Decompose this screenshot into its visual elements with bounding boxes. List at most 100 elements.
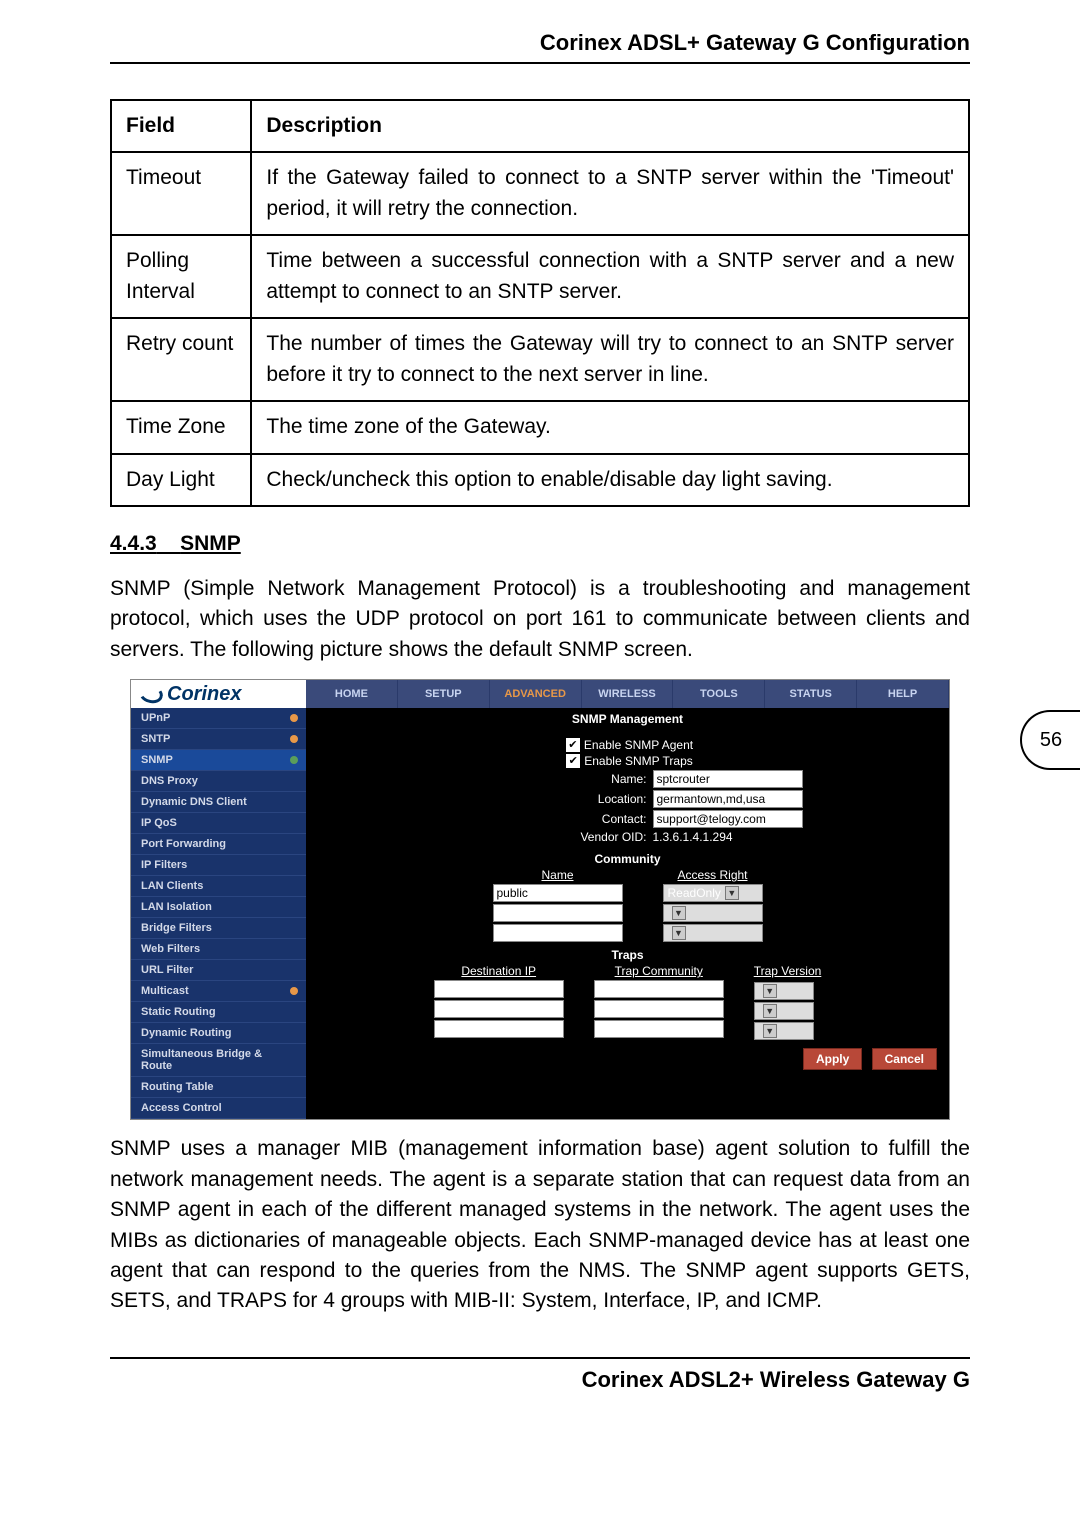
col-header-field: Field [111, 100, 251, 152]
community-name-input[interactable] [493, 884, 623, 902]
section-number: 4.4.3 [110, 532, 157, 555]
tab-help[interactable]: HELP [857, 680, 949, 708]
sidebar-item-web-filters[interactable]: Web Filters [131, 939, 306, 960]
community-access-select[interactable]: ReadOnly▼ [663, 884, 763, 902]
community-name-header: Name [493, 868, 623, 882]
section-intro: SNMP (Simple Network Management Protocol… [110, 574, 970, 665]
chevron-down-icon: ▼ [725, 886, 739, 900]
trap-community-input[interactable] [594, 1000, 724, 1018]
chevron-down-icon: ▼ [763, 984, 777, 998]
tab-setup[interactable]: SETUP [398, 680, 490, 708]
location-input[interactable] [653, 790, 803, 808]
sidebar-item-static-routing[interactable]: Static Routing [131, 1002, 306, 1023]
trap-version-select[interactable]: ▼ [754, 982, 814, 1000]
sidebar-item-lan-isolation[interactable]: LAN Isolation [131, 897, 306, 918]
description-cell: The number of times the Gateway will try… [251, 318, 969, 401]
sidebar-item-lan-clients[interactable]: LAN Clients [131, 876, 306, 897]
enable-traps-checkbox[interactable]: ✔ [566, 754, 580, 768]
name-label: Name: [453, 772, 653, 786]
field-cell: Day Light [111, 454, 251, 506]
location-label: Location: [453, 792, 653, 806]
description-cell: Time between a successful connection wit… [251, 235, 969, 318]
table-row: Timeout If the Gateway failed to connect… [111, 152, 969, 235]
field-cell: Time Zone [111, 401, 251, 453]
trap-community-input[interactable] [594, 1020, 724, 1038]
router-screenshot: Corinex HOME SETUP ADVANCED WIRELESS TOO… [130, 679, 950, 1120]
field-cell: Retry count [111, 318, 251, 401]
tab-tools[interactable]: TOOLS [673, 680, 765, 708]
page-header: Corinex ADSL+ Gateway G Configuration [110, 30, 970, 64]
sidebar-item-url-filter[interactable]: URL Filter [131, 960, 306, 981]
field-cell: Timeout [111, 152, 251, 235]
vendor-oid-value: 1.3.6.1.4.1.294 [653, 830, 803, 844]
cancel-button[interactable]: Cancel [872, 1048, 937, 1070]
sidebar-item-ip-filters[interactable]: IP Filters [131, 855, 306, 876]
sidebar-item-bridge-route[interactable]: Simultaneous Bridge & Route [131, 1044, 306, 1077]
sidebar-item-snmp[interactable]: SNMP [131, 750, 306, 771]
tab-wireless[interactable]: WIRELESS [582, 680, 674, 708]
trap-community-input[interactable] [594, 980, 724, 998]
page-number-badge: 56 [1020, 710, 1080, 770]
sidebar-item-sntp[interactable]: SNTP [131, 729, 306, 750]
sidebar-item-dynamic-dns[interactable]: Dynamic DNS Client [131, 792, 306, 813]
tab-status[interactable]: STATUS [765, 680, 857, 708]
page-number: 56 [1040, 729, 1062, 752]
table-row: Retry count The number of times the Gate… [111, 318, 969, 401]
sidebar-item-routing-table[interactable]: Routing Table [131, 1077, 306, 1098]
enable-agent-label: Enable SNMP Agent [584, 738, 693, 752]
tab-home[interactable]: HOME [306, 680, 398, 708]
trap-dest-input[interactable] [434, 1020, 564, 1038]
top-nav-tabs: HOME SETUP ADVANCED WIRELESS TOOLS STATU… [306, 680, 949, 708]
community-access-select[interactable]: ▼ [663, 924, 763, 942]
sidebar-item-dns-proxy[interactable]: DNS Proxy [131, 771, 306, 792]
router-sidebar: UPnP SNTP SNMP DNS Proxy Dynamic DNS Cli… [131, 708, 306, 1119]
sidebar-item-ip-qos[interactable]: IP QoS [131, 813, 306, 834]
traps-dest-header: Destination IP [434, 964, 564, 978]
traps-version-header: Trap Version [754, 964, 822, 978]
brand-logo: Corinex [131, 680, 306, 708]
enable-agent-checkbox[interactable]: ✔ [566, 738, 580, 752]
router-content: SNMP Management ✔ Enable SNMP Agent ✔ En… [306, 708, 949, 1119]
community-name-input[interactable] [493, 924, 623, 942]
sidebar-item-upnp[interactable]: UPnP [131, 708, 306, 729]
tab-advanced[interactable]: ADVANCED [490, 680, 582, 708]
contact-label: Contact: [453, 812, 653, 826]
footer-title: Corinex ADSL2+ Wireless Gateway G [582, 1367, 970, 1392]
trap-version-select[interactable]: ▼ [754, 1022, 814, 1040]
field-description-table: Field Description Timeout If the Gateway… [110, 99, 970, 507]
community-subtitle: Community [326, 846, 929, 868]
table-row: Day Light Check/uncheck this option to e… [111, 454, 969, 506]
logo-swoosh-icon [137, 682, 165, 706]
description-cell: If the Gateway failed to connect to a SN… [251, 152, 969, 235]
brand-text: Corinex [167, 683, 241, 706]
trap-dest-input[interactable] [434, 1000, 564, 1018]
enable-traps-label: Enable SNMP Traps [584, 754, 693, 768]
field-cell: Polling Interval [111, 235, 251, 318]
section-outro: SNMP uses a manager MIB (management info… [110, 1134, 970, 1317]
apply-button[interactable]: Apply [803, 1048, 862, 1070]
name-input[interactable] [653, 770, 803, 788]
community-access-select[interactable]: ▼ [663, 904, 763, 922]
chevron-down-icon: ▼ [672, 926, 686, 940]
section-heading: 4.4.3 SNMP [110, 532, 970, 556]
sidebar-item-access-control[interactable]: Access Control [131, 1098, 306, 1119]
content-title: SNMP Management [306, 708, 949, 730]
section-title: SNMP [180, 532, 241, 555]
traps-subtitle: Traps [326, 942, 929, 964]
description-cell: Check/uncheck this option to enable/disa… [251, 454, 969, 506]
sidebar-item-dynamic-routing[interactable]: Dynamic Routing [131, 1023, 306, 1044]
sidebar-item-port-forwarding[interactable]: Port Forwarding [131, 834, 306, 855]
status-dot-icon [290, 756, 298, 764]
sidebar-item-multicast[interactable]: Multicast [131, 981, 306, 1002]
trap-dest-input[interactable] [434, 980, 564, 998]
trap-version-select[interactable]: ▼ [754, 1002, 814, 1020]
contact-input[interactable] [653, 810, 803, 828]
chevron-down-icon: ▼ [763, 1024, 777, 1038]
status-dot-icon [290, 987, 298, 995]
status-dot-icon [290, 735, 298, 743]
community-access-header: Access Right [663, 868, 763, 882]
community-name-input[interactable] [493, 904, 623, 922]
sidebar-item-bridge-filters[interactable]: Bridge Filters [131, 918, 306, 939]
chevron-down-icon: ▼ [763, 1004, 777, 1018]
page-footer: Corinex ADSL2+ Wireless Gateway G [110, 1357, 970, 1393]
